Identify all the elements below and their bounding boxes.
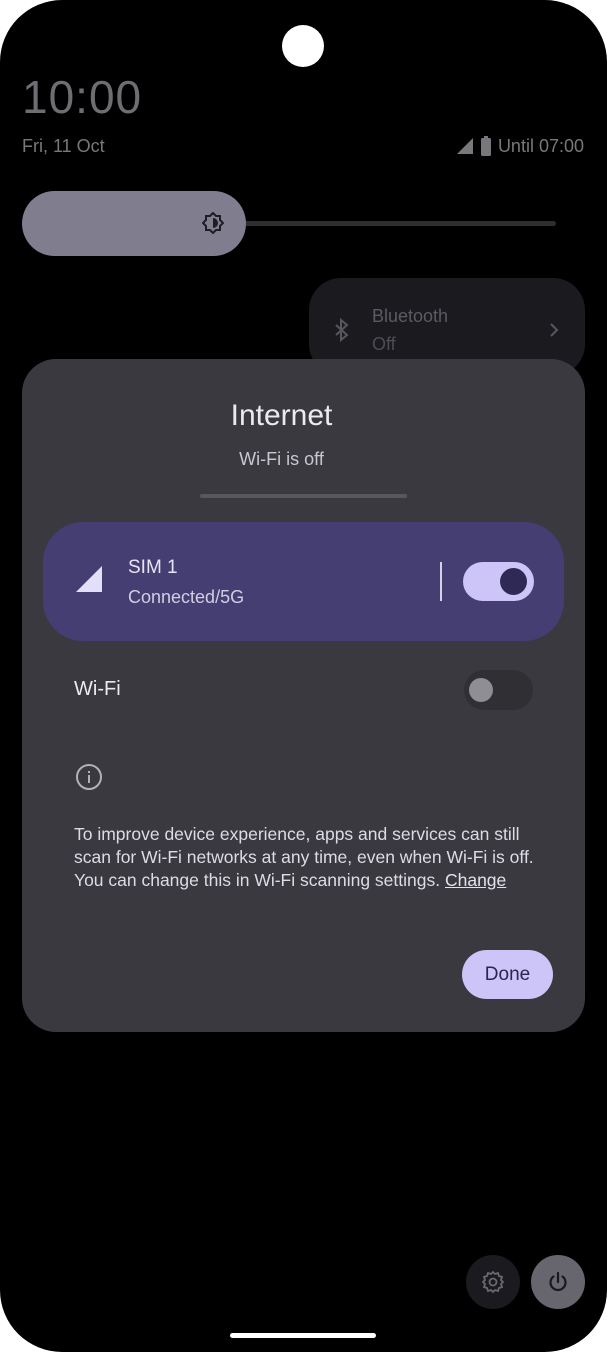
phone-screen: 10:00 Fri, 11 Oct Until 07:00 Bluetooth … [0, 0, 607, 1352]
sim-status: Connected/5G [128, 587, 245, 607]
power-icon [549, 1271, 567, 1292]
battery-text: Until 07:00 [497, 135, 584, 156]
power-button[interactable] [531, 1255, 585, 1309]
dialog-title: Internet [230, 399, 333, 432]
toggle-knob [469, 678, 493, 702]
info-icon [75, 763, 103, 796]
battery-icon [480, 136, 492, 156]
wifi-label: Wi-Fi [74, 678, 121, 700]
toggle-knob [500, 568, 527, 595]
front-camera [282, 25, 324, 67]
chevron-right-icon [549, 322, 559, 343]
settings-button[interactable] [466, 1255, 520, 1309]
sim-toggle[interactable] [463, 562, 534, 601]
gear-icon [481, 1270, 505, 1294]
status-icons: Until 07:00 [456, 135, 584, 157]
change-link[interactable]: Change [445, 870, 506, 890]
vertical-separator [440, 562, 442, 601]
done-button[interactable]: Done [462, 950, 553, 999]
sim-card[interactable]: SIM 1 Connected/5G [43, 522, 564, 641]
wifi-toggle[interactable] [464, 670, 533, 710]
bluetooth-status: Off [372, 334, 396, 354]
brightness-icon [201, 211, 225, 239]
progress-divider [200, 494, 407, 498]
brightness-track[interactable] [222, 221, 556, 226]
signal-icon [456, 137, 474, 155]
signal-icon [75, 565, 103, 598]
home-indicator[interactable] [230, 1333, 376, 1338]
brightness-slider[interactable] [22, 191, 556, 256]
bluetooth-icon [333, 317, 351, 347]
bluetooth-title: Bluetooth [372, 306, 449, 326]
sim-name: SIM 1 [128, 557, 178, 578]
clock: 10:00 [22, 71, 143, 123]
wifi-scanning-info: To improve device experience, apps and s… [74, 823, 544, 892]
date: Fri, 11 Oct [22, 136, 105, 156]
dialog-subtitle: Wi-Fi is off [239, 449, 324, 469]
